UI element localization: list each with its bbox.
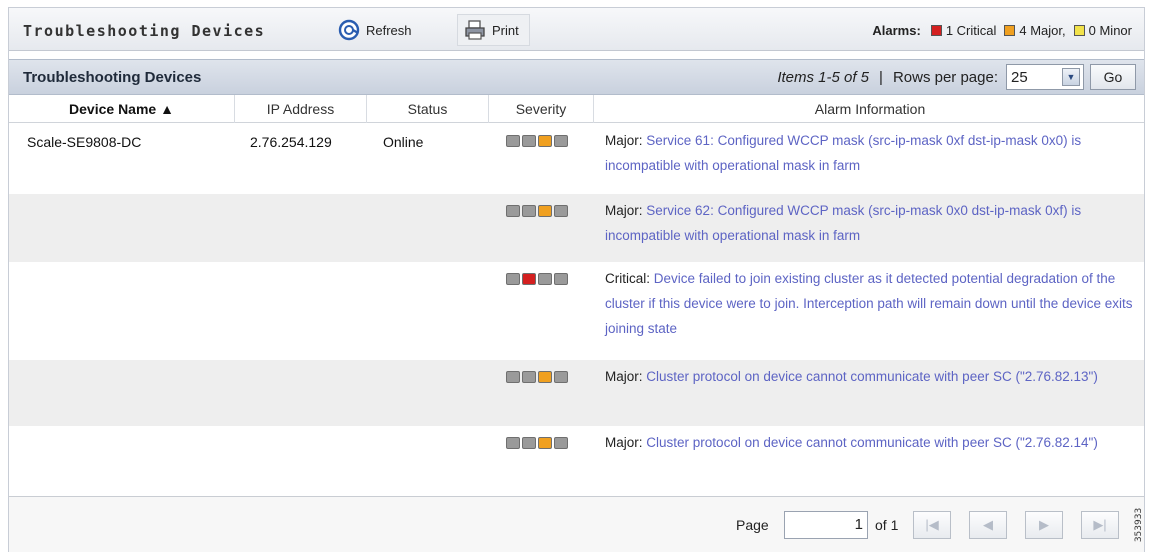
alarms-label: Alarms: <box>872 23 921 38</box>
alarm-severity-label: Critical: <box>605 271 651 286</box>
alarm-message-link[interactable]: Cluster protocol on device cannot commun… <box>646 435 1098 450</box>
items-count: Items 1-5 of 5 <box>777 68 870 86</box>
severity-indicator <box>506 205 568 217</box>
table-row[interactable]: Critical: Device failed to join existing… <box>9 262 1144 360</box>
rows-per-page-value: 25 <box>1011 68 1028 86</box>
rows-per-page-label: Rows per page: <box>892 68 998 86</box>
severity-segment <box>538 273 552 285</box>
last-page-button[interactable]: ▶| <box>1081 511 1119 539</box>
go-button[interactable]: Go <box>1090 64 1136 90</box>
critical-alarm-icon <box>930 25 942 36</box>
alarm-message-link[interactable]: Service 62: Configured WCCP mask (src-ip… <box>605 203 1081 243</box>
figure-number: 353933 <box>1133 507 1144 543</box>
major-alarm-icon <box>1004 25 1016 36</box>
table-title: Troubleshooting Devices <box>23 69 202 86</box>
alarm-message-link[interactable]: Cluster protocol on device cannot commun… <box>646 369 1098 384</box>
severity-segment <box>522 205 536 217</box>
alarm-message-link[interactable]: Service 61: Configured WCCP mask (src-ip… <box>605 133 1081 173</box>
alarm-summary: Alarms: 1 Critical 4 Major, 0 Minor <box>872 23 1132 38</box>
alarm-message-link[interactable]: Device failed to join existing cluster a… <box>605 271 1133 336</box>
severity-segment <box>554 273 568 285</box>
table-header-bar: Troubleshooting Devices Items 1-5 of 5 |… <box>9 59 1144 95</box>
minor-count[interactable]: 0 Minor <box>1089 23 1132 38</box>
alarm-information-cell: Major: Service 61: Configured WCCP mask … <box>605 128 1141 178</box>
status-cell: Online <box>383 134 424 150</box>
alarm-severity-label: Major: <box>605 369 643 384</box>
col-status[interactable]: Status <box>367 95 489 123</box>
page-number-input[interactable]: 1 <box>784 511 868 539</box>
minor-alarm-icon <box>1073 25 1085 36</box>
severity-segment <box>506 273 520 285</box>
refresh-label: Refresh <box>366 22 412 38</box>
critical-count[interactable]: 1 Critical <box>946 23 997 38</box>
printer-icon <box>465 20 485 40</box>
chevron-down-icon[interactable]: ▼ <box>1062 68 1080 86</box>
column-headers: Device Name ▲ IP Address Status Severity… <box>9 95 1144 123</box>
page-title: Troubleshooting Devices <box>23 22 266 40</box>
alarm-severity-label: Major: <box>605 435 643 450</box>
previous-page-icon: ◀ <box>983 517 993 532</box>
print-button[interactable]: Print <box>457 14 530 46</box>
table-row[interactable]: Major: Cluster protocol on device cannot… <box>9 426 1144 494</box>
rows-per-page-select[interactable]: 25 ▼ <box>1006 64 1084 90</box>
severity-segment <box>506 371 520 383</box>
alarm-information-cell: Major: Cluster protocol on device cannot… <box>605 364 1141 389</box>
previous-page-button[interactable]: ◀ <box>969 511 1007 539</box>
col-alarm-information[interactable]: Alarm Information <box>594 95 1146 123</box>
table-row[interactable]: Major: Service 62: Configured WCCP mask … <box>9 194 1144 262</box>
last-page-icon: ▶| <box>1093 517 1107 532</box>
severity-segment <box>506 135 520 147</box>
severity-lit-segment <box>538 135 552 147</box>
next-page-icon: ▶ <box>1039 517 1049 532</box>
next-page-button[interactable]: ▶ <box>1025 511 1063 539</box>
refresh-button[interactable]: Refresh <box>331 14 423 46</box>
separator: | <box>879 68 883 86</box>
table-pager: Items 1-5 of 5 | Rows per page: 25 ▼ Go <box>777 64 1136 90</box>
table-row[interactable]: Major: Cluster protocol on device cannot… <box>9 360 1144 426</box>
severity-lit-segment <box>538 371 552 383</box>
severity-segment <box>554 371 568 383</box>
severity-segment <box>506 205 520 217</box>
alarm-information-cell: Major: Service 62: Configured WCCP mask … <box>605 198 1141 248</box>
alarm-severity-label: Major: <box>605 203 643 218</box>
severity-indicator <box>506 273 568 285</box>
troubleshooting-panel: Troubleshooting Devices Refresh Print Al… <box>8 7 1145 552</box>
severity-segment <box>522 135 536 147</box>
col-severity[interactable]: Severity <box>489 95 594 123</box>
page-total: of 1 <box>875 517 899 533</box>
severity-segment <box>554 205 568 217</box>
major-count[interactable]: 4 Major, <box>1019 23 1065 38</box>
device-name-cell: Scale-SE9808-DC <box>27 134 142 150</box>
alarm-severity-label: Major: <box>605 133 643 148</box>
severity-lit-segment <box>538 437 552 449</box>
refresh-icon <box>338 19 360 41</box>
severity-indicator <box>506 371 568 383</box>
first-page-icon: |◀ <box>925 517 939 532</box>
col-ip-address[interactable]: IP Address <box>235 95 367 123</box>
ip-address-cell: 2.76.254.129 <box>250 134 332 150</box>
page-label: Page <box>736 517 769 533</box>
table-row[interactable]: Scale-SE9808-DC 2.76.254.129 Online Major: … <box>9 124 1144 194</box>
first-page-button[interactable]: |◀ <box>913 511 951 539</box>
alarm-information-cell: Major: Cluster protocol on device cannot… <box>605 430 1141 455</box>
severity-indicator <box>506 135 568 147</box>
print-label: Print <box>492 22 519 38</box>
toolbar: Troubleshooting Devices Refresh Print Al… <box>9 7 1144 51</box>
severity-segment <box>554 437 568 449</box>
severity-lit-segment <box>522 273 536 285</box>
severity-segment <box>522 371 536 383</box>
severity-indicator <box>506 437 568 449</box>
alarm-information-cell: Critical: Device failed to join existing… <box>605 266 1141 341</box>
col-device-name[interactable]: Device Name ▲ <box>9 95 235 123</box>
pagination-bar: Page 1 of 1 |◀ ◀ ▶ ▶| <box>9 496 1144 552</box>
severity-segment <box>522 437 536 449</box>
severity-segment <box>506 437 520 449</box>
severity-lit-segment <box>538 205 552 217</box>
severity-segment <box>554 135 568 147</box>
